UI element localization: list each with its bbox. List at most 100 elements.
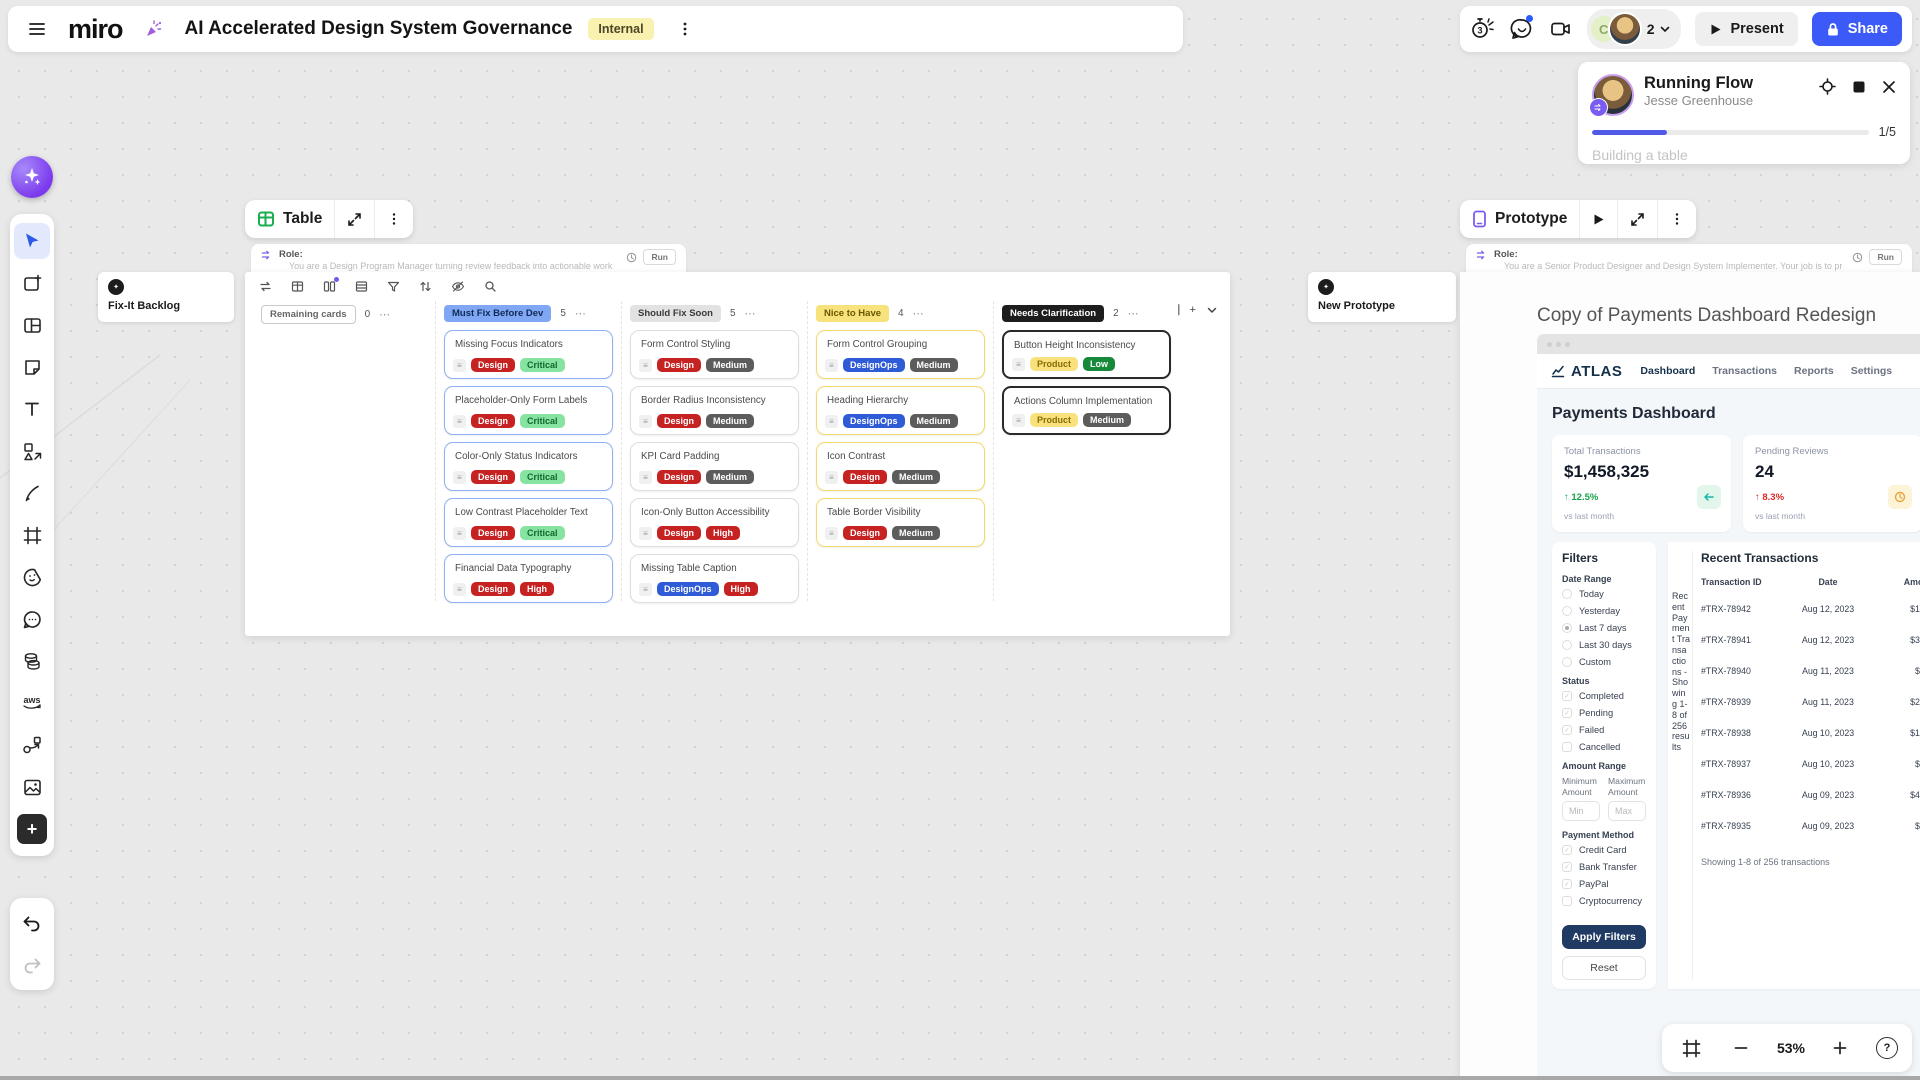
radio-option-yesterday[interactable]: Yesterday xyxy=(1562,606,1646,616)
kanban-card-actions-column-implementation[interactable]: Actions Column Implementation≡ProductMed… xyxy=(1002,386,1171,435)
radio-control[interactable] xyxy=(1562,657,1572,667)
column-menu-icon[interactable]: ⋯ xyxy=(1128,307,1140,320)
radio-option-custom[interactable]: Custom xyxy=(1562,657,1646,667)
miro-logo[interactable]: miro xyxy=(68,14,123,45)
remaining-cards-chip[interactable]: Remaining cards xyxy=(261,305,356,324)
sticky-note-tool[interactable] xyxy=(14,346,50,388)
lane-menu-icon[interactable]: ⋯ xyxy=(379,308,391,321)
radio-control[interactable] xyxy=(1562,623,1572,633)
stop-icon[interactable] xyxy=(1852,80,1866,94)
kanban-card-button-height-inconsistency[interactable]: Button Height Inconsistency≡ProductLow xyxy=(1002,330,1171,379)
kanban-card-placeholder-only-form-labels[interactable]: Placeholder-Only Form Labels≡DesignCriti… xyxy=(444,386,613,435)
select-tool[interactable] xyxy=(14,223,50,259)
reset-filters-button[interactable]: Reset xyxy=(1562,956,1646,980)
data-stack-tool[interactable] xyxy=(14,640,50,682)
templates-tool[interactable] xyxy=(14,262,50,304)
column-header-chip[interactable]: Should Fix Soon xyxy=(630,305,721,322)
columns-icon[interactable] xyxy=(323,280,336,293)
prototype-expand-button[interactable] xyxy=(1618,200,1657,238)
transaction-row[interactable]: #TRX-78938Aug 10, 2023$1,125 xyxy=(1701,717,1920,748)
kanban-card-low-contrast-placeholder-text[interactable]: Low Contrast Placeholder Text≡DesignCrit… xyxy=(444,498,613,547)
checkbox-control[interactable]: ✓ xyxy=(1562,845,1572,855)
prototype-play-button[interactable] xyxy=(1580,200,1617,238)
zoom-out-button[interactable] xyxy=(1726,1033,1756,1063)
column-header-chip[interactable]: Must Fix Before Dev xyxy=(444,305,551,322)
frame-tool[interactable] xyxy=(14,514,50,556)
min-amount-input[interactable] xyxy=(1562,801,1600,821)
transaction-row[interactable]: #TRX-78939Aug 11, 2023$2,340 xyxy=(1701,686,1920,717)
zoom-in-button[interactable] xyxy=(1825,1033,1855,1063)
undo-button[interactable] xyxy=(14,902,50,944)
text-tool[interactable] xyxy=(14,388,50,430)
max-amount-input[interactable] xyxy=(1608,801,1646,821)
board-layout-tool[interactable] xyxy=(14,304,50,346)
present-button[interactable]: Present xyxy=(1695,12,1797,46)
nav-link-reports[interactable]: Reports xyxy=(1794,365,1834,377)
collapse-columns-icon[interactable] xyxy=(1206,304,1218,316)
radio-option-today[interactable]: Today xyxy=(1562,589,1646,599)
checkbox-option-bank-transfer[interactable]: ✓Bank Transfer xyxy=(1562,862,1646,872)
prototype-kebab-menu[interactable] xyxy=(1658,200,1696,238)
add-column-button[interactable]: ⎸+ xyxy=(1179,304,1196,317)
column-header-chip[interactable]: Nice to Have xyxy=(816,305,889,322)
run-button[interactable]: Run xyxy=(1869,249,1902,265)
shapes-tool[interactable] xyxy=(14,430,50,472)
transaction-row[interactable]: #TRX-78940Aug 11, 2023$875. xyxy=(1701,655,1920,686)
column-menu-icon[interactable]: ⋯ xyxy=(745,307,757,320)
redo-button[interactable] xyxy=(14,944,50,986)
table-expand-button[interactable] xyxy=(335,200,374,238)
board-title[interactable]: AI Accelerated Design System Governance xyxy=(185,18,573,40)
kanban-card-missing-focus-indicators[interactable]: Missing Focus Indicators≡DesignCritical xyxy=(444,330,613,379)
hamburger-menu-icon[interactable] xyxy=(22,14,52,44)
nav-link-settings[interactable]: Settings xyxy=(1851,365,1892,377)
kanban-card-kpi-card-padding[interactable]: KPI Card Padding≡DesignMedium xyxy=(630,442,799,491)
kanban-card-icon-contrast[interactable]: Icon Contrast≡DesignMedium xyxy=(816,442,985,491)
history-clock-icon[interactable] xyxy=(626,252,637,263)
search-icon[interactable] xyxy=(484,280,497,293)
checkbox-option-credit-card[interactable]: ✓Credit Card xyxy=(1562,845,1646,855)
video-call-icon[interactable] xyxy=(1548,14,1572,44)
connector-tool[interactable] xyxy=(14,724,50,766)
kanban-card-icon-only-button-accessibility[interactable]: Icon-Only Button Accessibility≡DesignHig… xyxy=(630,498,799,547)
history-clock-icon[interactable] xyxy=(1852,252,1863,263)
atlas-brand[interactable]: ATLAS xyxy=(1551,363,1622,380)
checkbox-control[interactable]: ✓ xyxy=(1562,862,1572,872)
close-icon[interactable] xyxy=(1882,80,1896,94)
aws-app-tool[interactable]: aws xyxy=(14,682,50,724)
radio-option-last-7-days[interactable]: Last 7 days xyxy=(1562,623,1646,633)
checkbox-control[interactable] xyxy=(1562,896,1572,906)
hide-icon[interactable] xyxy=(451,280,465,293)
comment-tool[interactable] xyxy=(14,598,50,640)
rows-icon[interactable] xyxy=(355,280,368,293)
board-kebab-menu-icon[interactable] xyxy=(670,14,700,44)
transaction-row[interactable]: #TRX-78935Aug 09, 2023$780. xyxy=(1701,810,1920,841)
reactions-icon[interactable] xyxy=(1510,14,1534,44)
transaction-row[interactable]: #TRX-78936Aug 09, 2023$4,500 xyxy=(1701,779,1920,810)
radio-control[interactable] xyxy=(1562,640,1572,650)
fixit-backlog-frame[interactable]: ✦ Fix-It Backlog xyxy=(98,272,234,322)
share-button[interactable]: Share xyxy=(1812,12,1902,46)
radio-control[interactable] xyxy=(1562,606,1572,616)
zoom-level[interactable]: 53% xyxy=(1777,1040,1805,1056)
prototype-widget-handle[interactable]: Prototype xyxy=(1460,200,1579,238)
nav-link-transactions[interactable]: Transactions xyxy=(1712,365,1777,377)
nav-link-dashboard[interactable]: Dashboard xyxy=(1640,365,1695,377)
checkbox-control[interactable]: ✓ xyxy=(1562,691,1572,701)
active-users[interactable]: C 2 xyxy=(1587,9,1682,49)
kanban-card-form-control-styling[interactable]: Form Control Styling≡DesignMedium xyxy=(630,330,799,379)
stickers-tool[interactable] xyxy=(14,556,50,598)
radio-option-last-30-days[interactable]: Last 30 days xyxy=(1562,640,1646,650)
image-upload-tool[interactable] xyxy=(14,766,50,808)
apply-filters-button[interactable]: Apply Filters xyxy=(1562,925,1646,949)
pen-tool[interactable] xyxy=(14,472,50,514)
filter-icon[interactable] xyxy=(387,280,400,293)
transaction-row[interactable]: #TRX-78937Aug 10, 2023$950. xyxy=(1701,748,1920,779)
checkbox-option-paypal[interactable]: ✓PayPal xyxy=(1562,879,1646,889)
checkbox-control[interactable] xyxy=(1562,742,1572,752)
help-button[interactable]: ? xyxy=(1876,1037,1898,1059)
checkbox-option-pending[interactable]: ✓Pending xyxy=(1562,708,1646,718)
fit-to-frame-icon[interactable] xyxy=(1676,1033,1706,1063)
column-header-chip[interactable]: Needs Clarification xyxy=(1002,305,1104,322)
radio-control[interactable] xyxy=(1562,589,1572,599)
kanban-card-heading-hierarchy[interactable]: Heading Hierarchy≡DesignOpsMedium xyxy=(816,386,985,435)
